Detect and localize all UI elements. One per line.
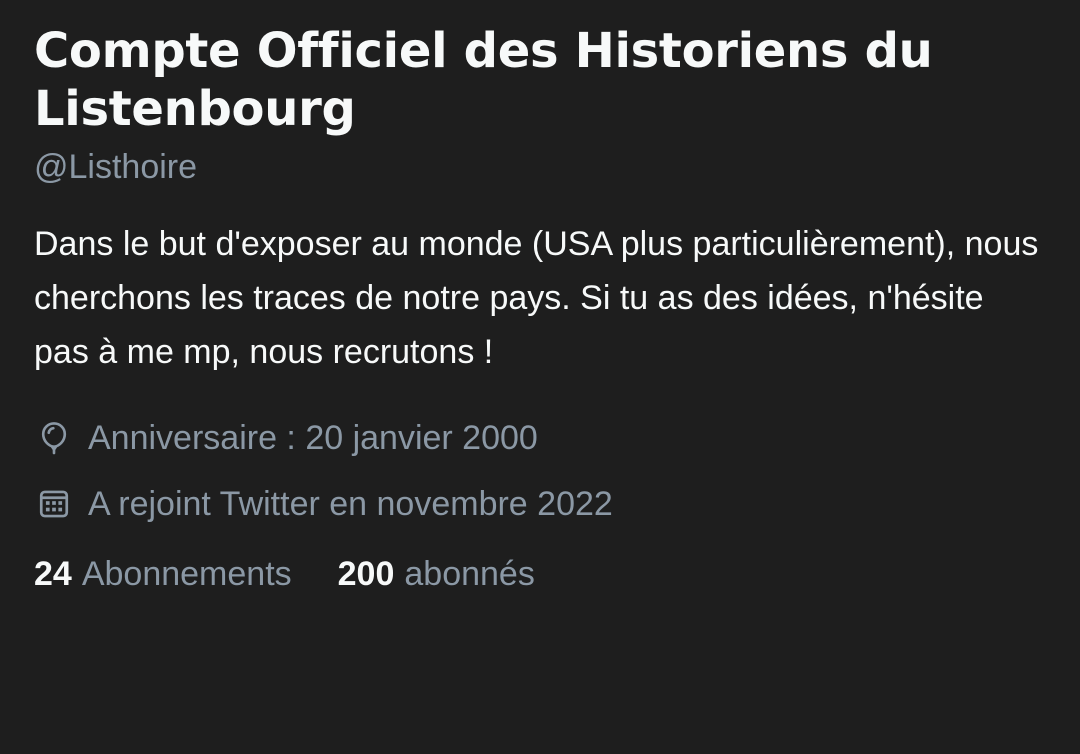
following-link[interactable]: 24 Abonnements [34,555,292,594]
joined-date-item: A rejoint Twitter en novembre 2022 [34,471,1054,537]
user-handle: @Listhoire [34,148,198,186]
birthday-text: Anniversaire : 20 janvier 2000 [88,418,538,457]
followers-label: abonnés [404,555,535,593]
following-count: 24 [34,555,72,593]
birthday-item: Anniversaire : 20 janvier 2000 [34,405,1054,471]
following-label: Abonnements [81,555,292,593]
profile-bio: Dans le but d'exposer au monde (USA plus… [34,225,1039,371]
joined-date-text: A rejoint Twitter en novembre 2022 [88,484,613,523]
calendar-icon [34,484,74,524]
followers-count: 200 [337,555,395,593]
display-name: Compte Officiel des Historiens du Listen… [34,23,933,137]
balloon-icon [34,418,74,458]
profile-meta: Anniversaire : 20 janvier 2000 A rejoint… [34,405,1054,537]
followers-link[interactable]: 200 abonnés [338,555,535,594]
follow-stats: 24 Abonnements 200 abonnés [34,555,1054,594]
profile-header: Compte Officiel des Historiens du Listen… [34,0,1054,594]
